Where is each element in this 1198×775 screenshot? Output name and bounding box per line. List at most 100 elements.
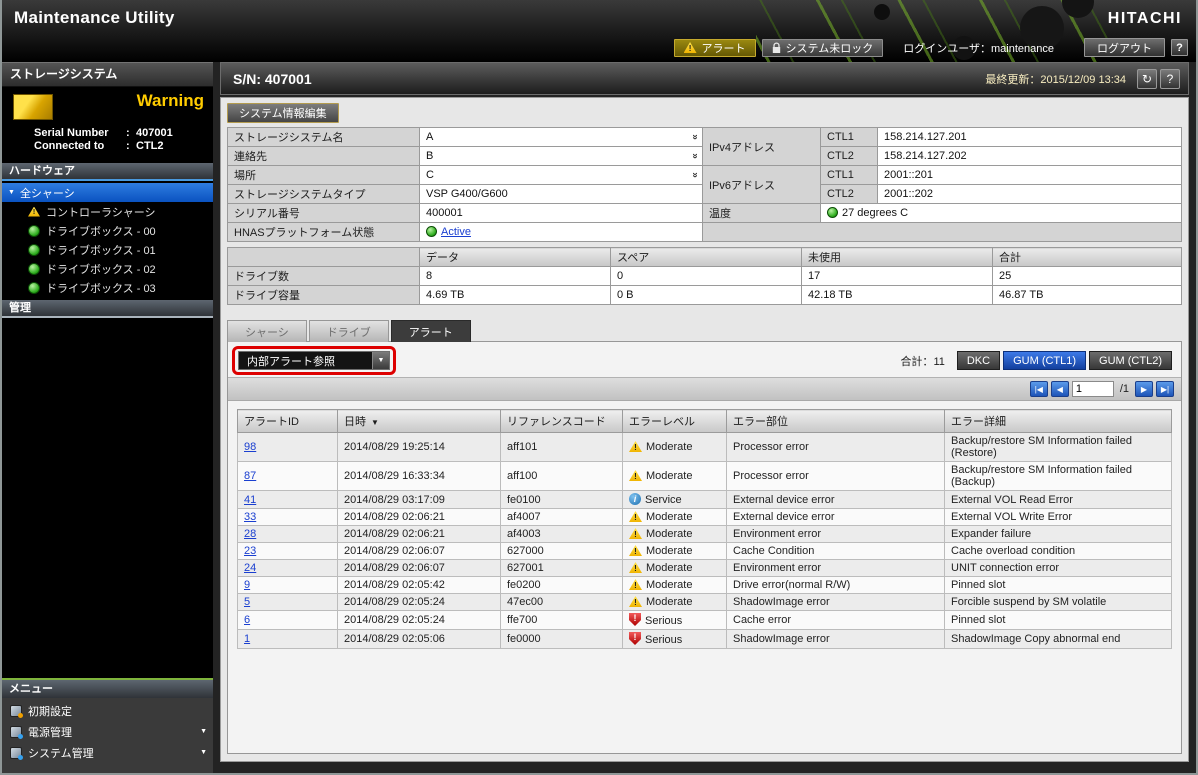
alert-datetime-cell: 2014/08/29 03:17:09 xyxy=(338,491,501,509)
alert-id-link[interactable]: 33 xyxy=(244,511,256,523)
alert-id-cell: 6 xyxy=(238,611,338,630)
alert-button[interactable]: アラート xyxy=(674,39,756,57)
next-page-button[interactable]: ▶ xyxy=(1135,381,1153,397)
alert-row: 98 2014/08/29 19:25:14 aff101 Moderate P… xyxy=(238,433,1172,462)
hardware-section-header: ハードウェア xyxy=(2,163,213,181)
tree-item-label: ドライブボックス - 00 xyxy=(46,223,156,239)
system-name-value: A» xyxy=(420,128,703,147)
severity-icon xyxy=(629,441,642,452)
refresh-button[interactable]: ↻ xyxy=(1137,69,1157,89)
tree-item-drive-box-01[interactable]: ドライブボックス - 01 xyxy=(2,240,213,259)
column-header-reference-code[interactable]: リファレンスコード xyxy=(501,410,623,433)
tree-item-all-chassis[interactable]: ▼ 全シャーシ xyxy=(2,183,213,202)
page-number-input[interactable] xyxy=(1072,381,1114,397)
alert-level-cell: Moderate xyxy=(623,509,727,526)
menu-item-system-management[interactable]: システム管理 ▼ xyxy=(2,742,213,763)
drive-capacity-data: 4.69 TB xyxy=(420,286,611,305)
alert-datetime-cell: 2014/08/29 19:25:14 xyxy=(338,433,501,462)
alert-detail-cell: Pinned slot xyxy=(945,577,1172,594)
alert-level-cell: Moderate xyxy=(623,594,727,611)
alert-detail-cell: Cache overload condition xyxy=(945,543,1172,560)
drive-count-data: 8 xyxy=(420,267,611,286)
column-header-alert-id[interactable]: アラートID xyxy=(238,410,338,433)
temperature-value: 27 degrees C xyxy=(821,204,1182,223)
column-header-error-part[interactable]: エラー部位 xyxy=(727,410,945,433)
normal-status-icon xyxy=(426,226,437,237)
menu-item-power-management[interactable]: 電源管理 ▼ xyxy=(2,721,213,742)
expand-chevron-icon[interactable]: » xyxy=(690,172,701,178)
dkc-button[interactable]: DKC xyxy=(957,351,1000,370)
tab-chassis[interactable]: シャーシ xyxy=(227,320,307,342)
internal-alert-filter-dropdown[interactable]: 内部アラート参照 ▼ xyxy=(238,351,390,370)
alert-id-link[interactable]: 98 xyxy=(244,441,256,453)
alert-id-link[interactable]: 28 xyxy=(244,528,256,540)
alert-level-cell: Moderate xyxy=(623,526,727,543)
alert-id-cell: 24 xyxy=(238,560,338,577)
system-lock-button[interactable]: システム未ロック xyxy=(762,39,884,57)
alert-datetime-cell: 2014/08/29 02:06:07 xyxy=(338,543,501,560)
alert-id-link[interactable]: 9 xyxy=(244,579,250,591)
alert-id-link[interactable]: 23 xyxy=(244,545,256,557)
alert-row: 24 2014/08/29 02:06:07 627001 Moderate E… xyxy=(238,560,1172,577)
alert-id-cell: 5 xyxy=(238,594,338,611)
warning-icon xyxy=(684,42,697,53)
header-help-button[interactable]: ? xyxy=(1171,39,1188,56)
tree-item-drive-box-03[interactable]: ドライブボックス - 03 xyxy=(2,278,213,297)
system-info-table: ストレージシステム名 A» IPv4アドレス CTL1 158.214.127.… xyxy=(227,127,1182,242)
menu-item-initial-setup[interactable]: 初期設定 xyxy=(2,700,213,721)
tree-item-drive-box-00[interactable]: ドライブボックス - 00 xyxy=(2,221,213,240)
alert-id-link[interactable]: 41 xyxy=(244,494,256,506)
alert-id-link[interactable]: 24 xyxy=(244,562,256,574)
alert-id-link[interactable]: 6 xyxy=(244,614,250,626)
column-header: データ xyxy=(420,248,611,267)
menu-list: 初期設定 電源管理 ▼ システム管理 ▼ xyxy=(2,698,213,765)
field-label: HNASプラットフォーム状態 xyxy=(228,223,420,242)
column-header-datetime[interactable]: 日時▼ xyxy=(338,410,501,433)
alert-ref-cell: fe0200 xyxy=(501,577,623,594)
expand-chevron-icon[interactable]: » xyxy=(690,134,701,140)
gum-ctl1-button[interactable]: GUM (CTL1) xyxy=(1003,351,1086,370)
tab-drives[interactable]: ドライブ xyxy=(309,320,389,342)
tab-alerts[interactable]: アラート xyxy=(391,320,471,342)
alert-id-link[interactable]: 5 xyxy=(244,596,250,608)
alert-id-link[interactable]: 1 xyxy=(244,633,250,645)
normal-status-icon xyxy=(28,282,40,294)
previous-page-button[interactable]: ◀ xyxy=(1051,381,1069,397)
logout-button[interactable]: ログアウト xyxy=(1084,38,1165,57)
chevron-down-icon[interactable]: ▼ xyxy=(200,749,207,756)
chevron-down-icon[interactable]: ▼ xyxy=(372,352,389,369)
edit-system-info-button[interactable]: システム情報編集 xyxy=(227,103,339,123)
gum-ctl2-button[interactable]: GUM (CTL2) xyxy=(1089,351,1172,370)
lock-button-label: システム未ロック xyxy=(786,40,874,56)
tree-item-drive-box-02[interactable]: ドライブボックス - 02 xyxy=(2,259,213,278)
severity-icon xyxy=(629,562,642,573)
expand-chevron-icon[interactable]: » xyxy=(690,153,701,159)
hnas-active-link[interactable]: Active xyxy=(441,226,471,238)
ctl-label: CTL1 xyxy=(821,128,878,147)
last-page-button[interactable]: ▶| xyxy=(1156,381,1174,397)
ipv4-ctl2-value: 158.214.127.202 xyxy=(878,147,1182,166)
alert-level-cell: Moderate xyxy=(623,577,727,594)
chevron-down-icon[interactable]: ▼ xyxy=(200,728,207,735)
menu-section-header: メニュー xyxy=(2,678,213,698)
tree-item-controller-chassis[interactable]: コントローラシャーシ xyxy=(2,202,213,221)
column-header-error-detail[interactable]: エラー詳細 xyxy=(945,410,1172,433)
alert-detail-cell: Expander failure xyxy=(945,526,1172,543)
normal-status-icon xyxy=(28,225,40,237)
drive-count-spare: 0 xyxy=(611,267,802,286)
serial-number-bar: S/N: 407001 最終更新：2015/12/09 13:34 ↻ ? xyxy=(220,62,1189,95)
column-header-error-level[interactable]: エラーレベル xyxy=(623,410,727,433)
drive-count-total: 25 xyxy=(993,267,1182,286)
first-page-button[interactable]: |◀ xyxy=(1030,381,1048,397)
lock-icon xyxy=(772,42,781,54)
severity-icon xyxy=(629,545,642,556)
severity-icon xyxy=(629,470,642,481)
main-layout: ストレージシステム Warning Serial Number:407001 C… xyxy=(2,62,1196,775)
maintenance-utility-window: Maintenance Utility HITACHI アラート システム未ロッ… xyxy=(0,0,1198,775)
alert-id-link[interactable]: 87 xyxy=(244,470,256,482)
field-label: IPv6アドレス xyxy=(703,166,821,204)
page-help-button[interactable]: ? xyxy=(1160,69,1180,89)
menu-item-label: 初期設定 xyxy=(28,703,72,719)
alert-row: 28 2014/08/29 02:06:21 af4003 Moderate E… xyxy=(238,526,1172,543)
alert-ref-cell: af4003 xyxy=(501,526,623,543)
